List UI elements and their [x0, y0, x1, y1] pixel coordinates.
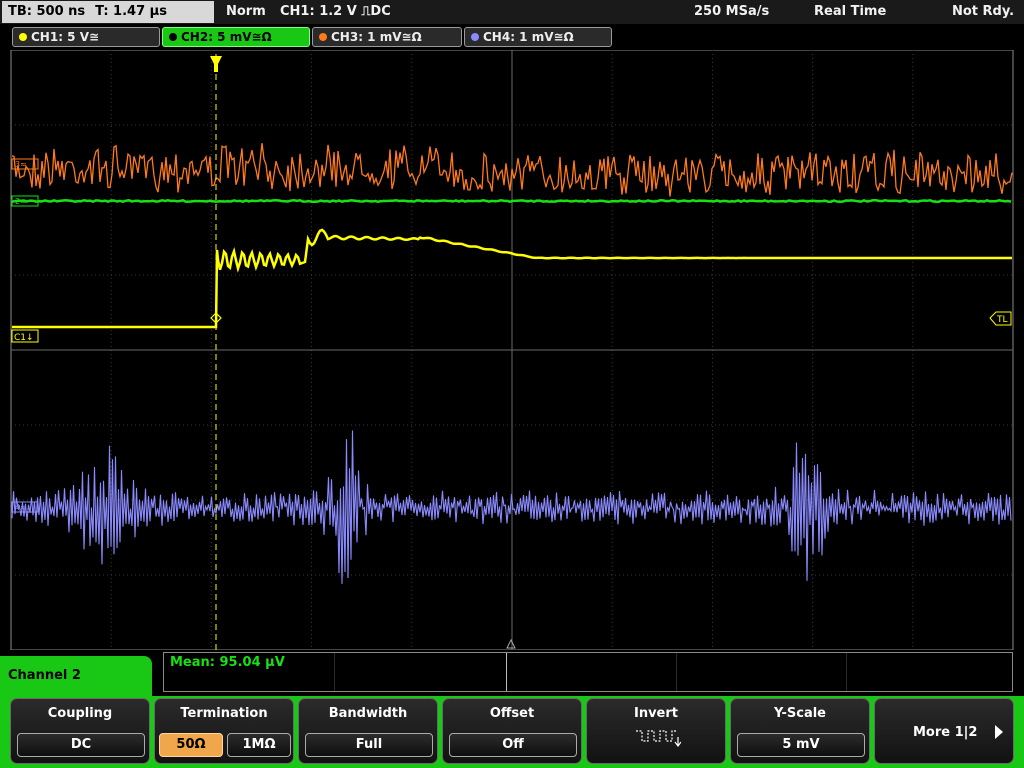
ch1-marker[interactable]: C1↓: [11, 329, 39, 343]
coupling-value[interactable]: DC: [17, 733, 145, 757]
waveform-display[interactable]: 3≈ 2≈ C1↓ 4≈ TL: [0, 50, 1024, 650]
bandwidth-title: Bandwidth: [328, 706, 408, 721]
offset-softkey[interactable]: Offset Off: [442, 698, 582, 764]
ch1-dot-icon: [19, 33, 27, 41]
timebase: TB: 500 ns: [8, 4, 86, 19]
timebase-box[interactable]: TB: 500 ns T: 1.47 µs: [2, 1, 214, 23]
meas-grid-line: [676, 653, 677, 691]
mean-measurement: Mean: 95.04 µV: [170, 655, 285, 670]
ch2-marker-label: 2≈: [15, 197, 27, 206]
invert-title: Invert: [633, 706, 678, 721]
tab-ch4-label: CH4: 1 mV≅Ω: [483, 30, 574, 44]
tab-ch3-label: CH3: 1 mV≅Ω: [331, 30, 422, 44]
termination-softkey[interactable]: Termination 50Ω 1MΩ: [154, 698, 294, 764]
ch4-marker-label: 4≈: [15, 503, 27, 512]
y-scale-title: Y-Scale: [773, 706, 826, 721]
coupling-softkey[interactable]: Coupling DC: [10, 698, 150, 764]
ch3-marker-label: 3≈: [15, 160, 27, 169]
tab-ch2-label: CH2: 5 mV≅Ω: [181, 30, 272, 44]
sample-rate: 250 MSa/s: [694, 4, 770, 19]
status-bar: TB: 500 ns T: 1.47 µs Norm CH1: 1.2 V ⎍DC…: [0, 0, 1024, 24]
bandwidth-softkey[interactable]: Bandwidth Full: [298, 698, 438, 764]
tab-ch3[interactable]: CH3: 1 mV≅Ω: [312, 27, 462, 47]
more-softkey[interactable]: More 1|2: [874, 698, 1014, 764]
meas-grid-line: [506, 653, 507, 691]
y-scale-softkey[interactable]: Y-Scale 5 mV: [730, 698, 870, 764]
termination-title: Termination: [180, 706, 268, 721]
ch2-waveform: [11, 198, 1012, 204]
ch3-dot-icon: [319, 33, 327, 41]
offset-title: Offset: [489, 706, 535, 721]
meas-grid-line: [334, 653, 335, 691]
acquisition-mode[interactable]: Real Time: [814, 0, 886, 24]
channel-tabs: CH1: 5 V≅ CH2: 5 mV≅Ω CH3: 1 mV≅Ω CH4: 1…: [0, 26, 1024, 48]
run-state: Not Rdy.: [952, 4, 1015, 19]
ch4-dot-icon: [471, 33, 479, 41]
trigger-mode[interactable]: Norm: [226, 0, 266, 24]
trigger-time: T: 1.47 µs: [95, 4, 167, 19]
termination-1mohm-option[interactable]: 1MΩ: [227, 733, 291, 757]
trigger-setting[interactable]: CH1: 1.2 V ⎍DC: [280, 0, 391, 24]
y-scale-value[interactable]: 5 mV: [737, 733, 865, 757]
tab-ch1-label: CH1: 5 V≅: [31, 30, 100, 44]
meas-grid-line: [846, 653, 847, 691]
ch1-marker-label: C1↓: [14, 333, 34, 343]
softkey-bar: Coupling DC Termination 50Ω 1MΩ Bandwidt…: [0, 696, 1024, 768]
termination-50ohm-option[interactable]: 50Ω: [159, 733, 223, 757]
tab-ch1[interactable]: CH1: 5 V≅: [12, 27, 160, 47]
invert-softkey[interactable]: Invert: [586, 698, 726, 764]
bandwidth-value[interactable]: Full: [305, 733, 433, 757]
trigger-level-label: TL: [996, 315, 1008, 325]
offset-value[interactable]: Off: [449, 733, 577, 757]
tab-ch2[interactable]: CH2: 5 mV≅Ω: [162, 27, 310, 47]
more-label: More 1|2: [913, 725, 978, 740]
ch2-dot-icon: [169, 33, 177, 41]
channel-menu-title: Channel 2: [0, 656, 152, 696]
measurement-panel[interactable]: Mean: 95.04 µV: [163, 652, 1013, 692]
chevron-right-icon: [995, 725, 1003, 739]
coupling-title: Coupling: [47, 706, 113, 721]
square-wave-invert-icon: [636, 730, 681, 747]
tab-ch4[interactable]: CH4: 1 mV≅Ω: [464, 27, 612, 47]
